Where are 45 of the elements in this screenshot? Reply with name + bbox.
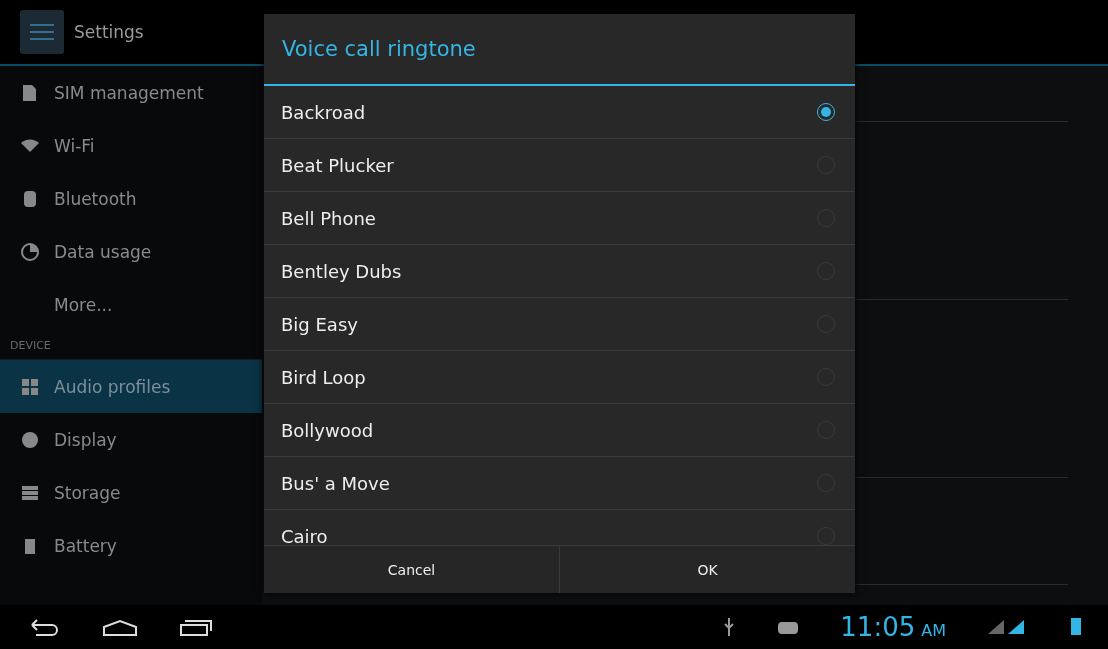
- ringtone-label: Bus' a Move: [281, 472, 390, 494]
- dialog-title: Voice call ringtone: [264, 14, 855, 86]
- dialog-button[interactable]: OK: [559, 546, 855, 593]
- sidebar-item[interactable]: Data usage: [0, 225, 262, 278]
- usb-icon: [722, 617, 737, 637]
- sidebar-label: Storage: [54, 482, 121, 503]
- ringtone-option[interactable]: Beat Plucker: [264, 139, 855, 192]
- sidebar-label: Display: [54, 429, 117, 450]
- sidebar-label: SIM management: [54, 82, 204, 103]
- home-icon: [102, 617, 138, 637]
- ringtone-label: Bentley Dubs: [281, 260, 402, 282]
- sidebar-item[interactable]: SIM management: [0, 66, 262, 119]
- ringtone-option[interactable]: Bentley Dubs: [264, 245, 855, 298]
- ringtone-label: Beat Plucker: [281, 154, 394, 176]
- ringtone-label: Backroad: [281, 101, 366, 123]
- sidebar-label: Wi-Fi: [54, 135, 95, 156]
- sidebar-label: More...: [54, 294, 113, 315]
- clock-ampm: AM: [921, 621, 946, 640]
- app-title: Settings: [74, 22, 144, 42]
- sidebar-item[interactable]: Wi-Fi: [0, 119, 262, 172]
- ringtone-option[interactable]: Backroad: [264, 86, 855, 139]
- ringtone-label: Big Easy: [281, 313, 358, 335]
- sidebar-label: Audio profiles: [54, 376, 171, 397]
- ringtone-label: Bell Phone: [281, 207, 376, 229]
- ringtone-option[interactable]: Bird Loop: [264, 351, 855, 404]
- sidebar-label: Battery: [54, 535, 117, 556]
- sidebar-item[interactable]: Display: [0, 413, 262, 466]
- sidebar-item[interactable]: Audio profiles: [0, 360, 262, 413]
- ringtone-option[interactable]: Big Easy: [264, 298, 855, 351]
- pie-chart-icon: [20, 241, 40, 262]
- sidebar-label: Bluetooth: [54, 188, 137, 209]
- ringtone-label: Bollywood: [281, 419, 374, 441]
- ringtone-option[interactable]: Bus' a Move: [264, 457, 855, 510]
- ringtone-option[interactable]: Bell Phone: [264, 192, 855, 245]
- clock-time: 11:05: [840, 612, 916, 642]
- sidebar-item[interactable]: Bluetooth: [0, 172, 262, 225]
- sidebar-item[interactable]: Battery: [0, 519, 262, 572]
- sidebar-label: Data usage: [54, 241, 152, 262]
- recent-apps-icon: [178, 617, 214, 637]
- dialog-button[interactable]: Cancel: [264, 546, 559, 593]
- ringtone-option[interactable]: Bollywood: [264, 404, 855, 457]
- ringtone-label: Bird Loop: [281, 366, 366, 388]
- ringtone-label: Cairo: [281, 525, 328, 545]
- sidebar-item[interactable]: Storage: [0, 466, 262, 519]
- sidebar-item[interactable]: More...: [0, 278, 262, 331]
